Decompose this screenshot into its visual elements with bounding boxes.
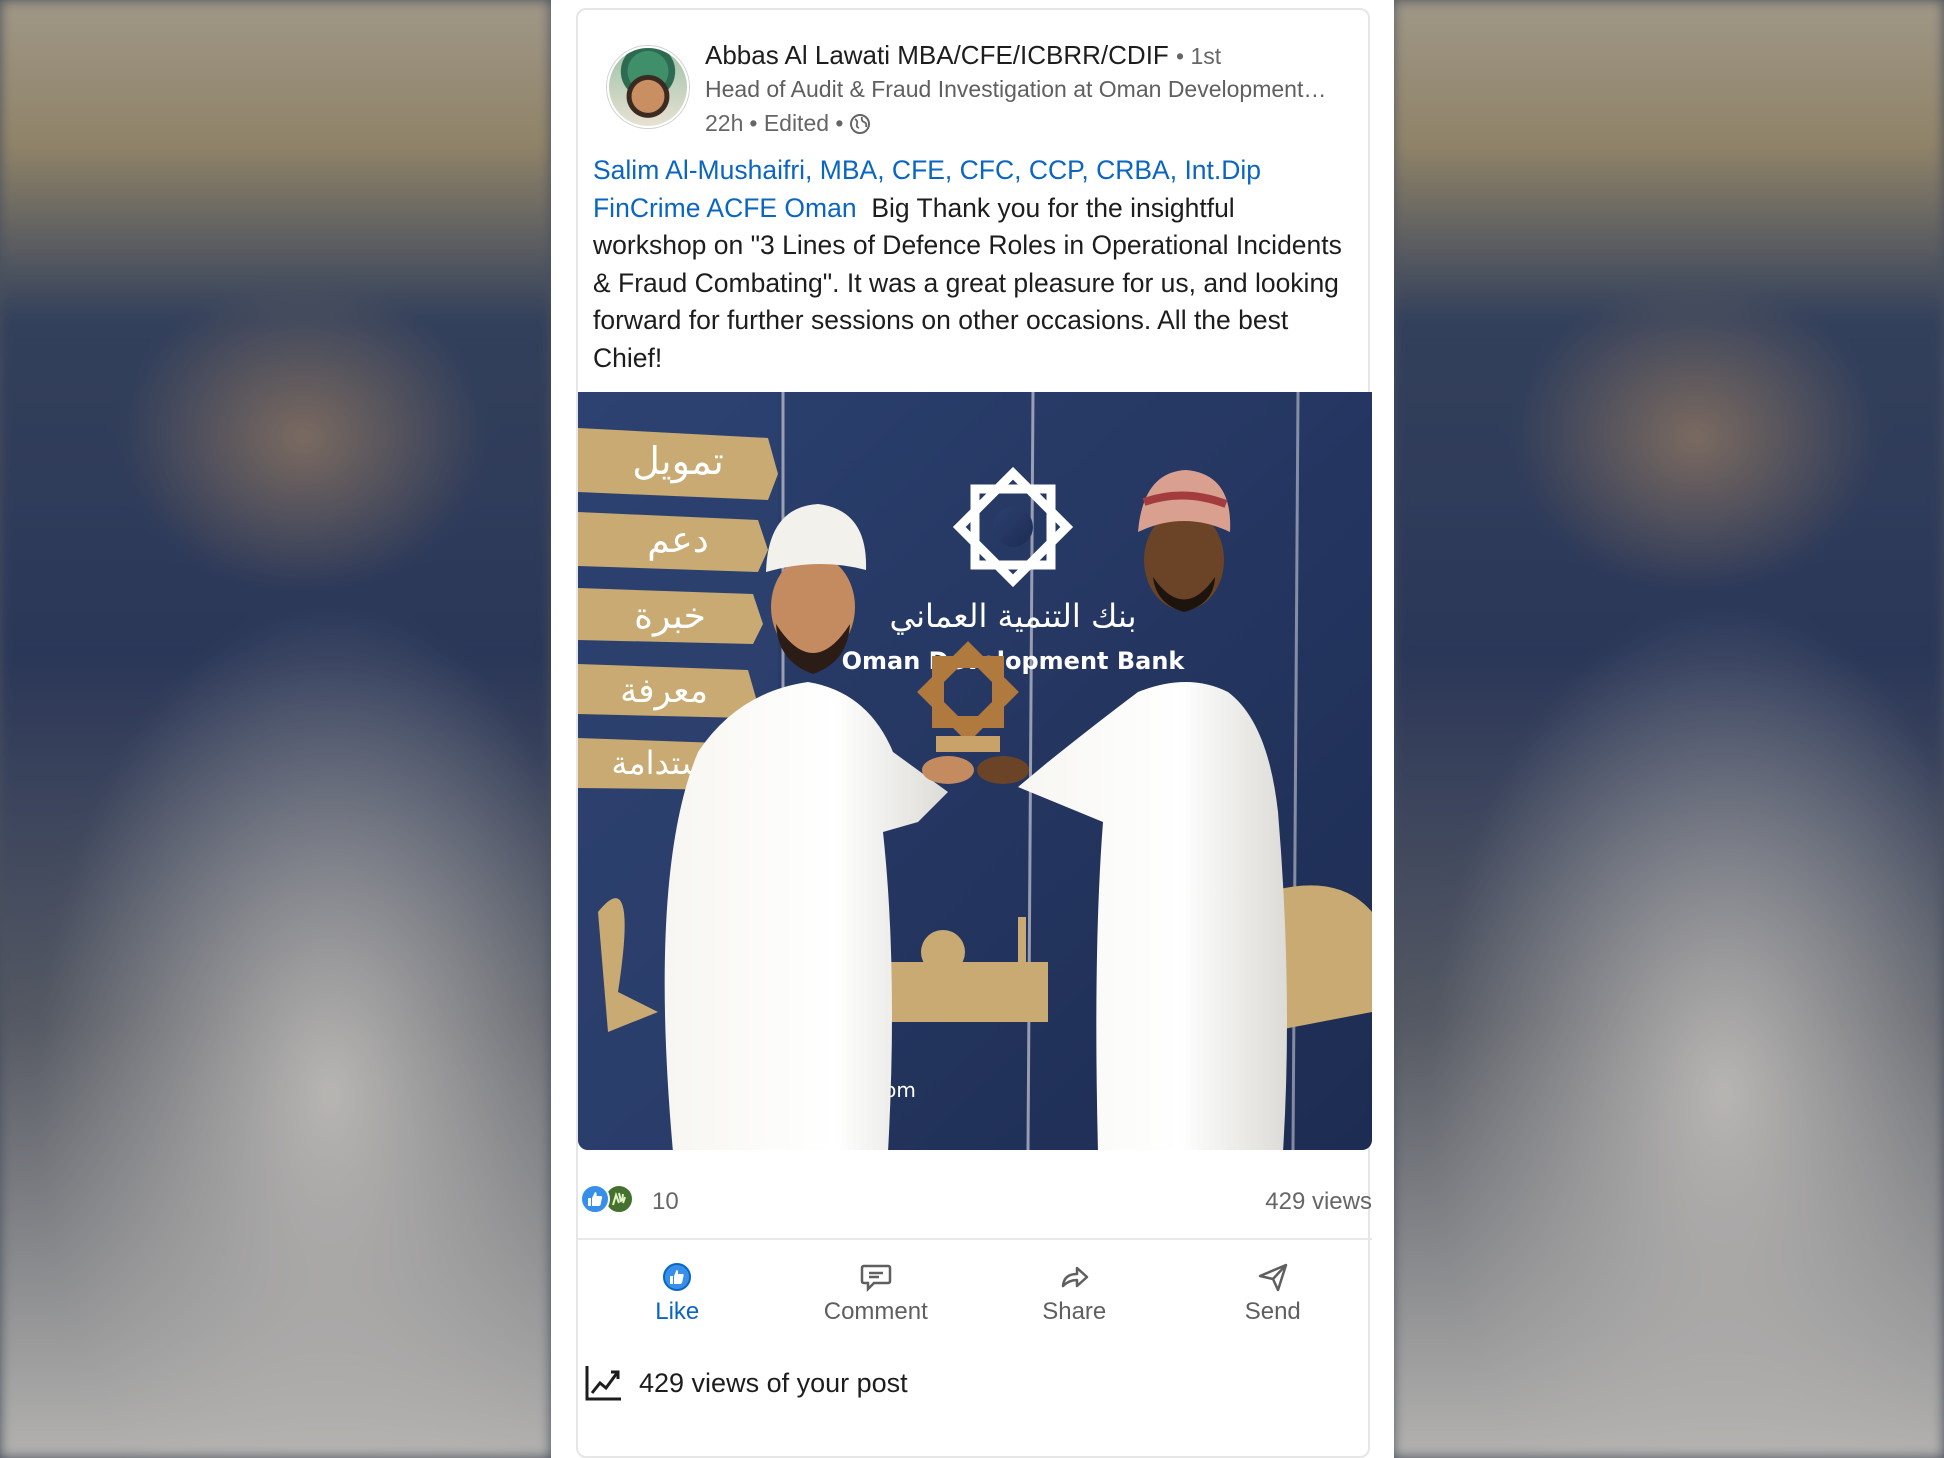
like-label: Like xyxy=(655,1298,700,1325)
phone-screen: Abbas Al Lawati MBA/CFE/ICBRR/CDIF • 1st… xyxy=(551,0,1394,1458)
share-button[interactable]: Share xyxy=(975,1254,1174,1334)
post-text: Salim Al-Mushaifri, MBA, CFE, CFC, CCP, … xyxy=(593,152,1343,377)
share-label: Share xyxy=(1042,1298,1107,1325)
globe-icon xyxy=(849,113,871,135)
post-meta: 22h • Edited • xyxy=(705,110,871,137)
comment-button[interactable]: Comment xyxy=(777,1254,976,1334)
banner-word-4: معرفة xyxy=(620,671,708,711)
bank-name-arabic: بنك التنمية العماني xyxy=(889,597,1136,635)
banner-word-2: دعم xyxy=(647,520,708,561)
send-paper-plane-icon xyxy=(1258,1263,1287,1292)
reaction-icons[interactable] xyxy=(580,1184,634,1214)
analytics-text: 429 views of your post xyxy=(639,1367,908,1398)
mention-organization[interactable]: ACFE Oman xyxy=(706,193,856,223)
post-time: 22h xyxy=(705,110,744,136)
award-photo-illustration: تمويل دعم خبرة معرفة استدامة بنك التنمية… xyxy=(578,392,1372,1150)
send-button[interactable]: Send xyxy=(1174,1254,1373,1334)
author-name-line[interactable]: Abbas Al Lawati MBA/CFE/ICBRR/CDIF • 1st xyxy=(705,40,1221,71)
banner-word-3: خبرة xyxy=(634,596,706,637)
comment-label: Comment xyxy=(823,1298,928,1325)
post-photo[interactable]: تمويل دعم خبرة معرفة استدامة بنك التنمية… xyxy=(578,392,1372,1150)
background-dim-right xyxy=(1393,0,1944,1458)
like-icon xyxy=(580,1184,610,1214)
post-analytics[interactable]: 429 views of your post xyxy=(583,1358,908,1408)
author-name[interactable]: Abbas Al Lawati MBA/CFE/ICBRR/CDIF xyxy=(705,40,1169,70)
background-dim-left xyxy=(0,0,551,1458)
like-button[interactable]: Like xyxy=(578,1254,777,1334)
analytics-chart-icon xyxy=(585,1366,621,1401)
bank-name-english: Oman Development Bank xyxy=(842,647,1186,675)
views-count[interactable]: 429 views xyxy=(1265,1188,1372,1216)
comment-icon xyxy=(860,1264,891,1292)
author-headline: Head of Audit & Fraud Investigation at O… xyxy=(705,76,1327,102)
share-arrow-icon xyxy=(1062,1266,1089,1288)
social-counts-bar: 10 429 views xyxy=(578,1178,1372,1218)
like-filled-icon xyxy=(663,1263,692,1291)
post-actions-bar: Like Comment Share Send xyxy=(578,1254,1372,1334)
banner-word-1: تمويل xyxy=(632,439,724,484)
edited-label: • Edited • xyxy=(749,110,844,136)
post-card: Abbas Al Lawati MBA/CFE/ICBRR/CDIF • 1st… xyxy=(576,8,1372,1458)
actions-divider xyxy=(578,1238,1372,1240)
post-header: Abbas Al Lawati MBA/CFE/ICBRR/CDIF • 1st… xyxy=(593,36,1363,136)
bank-logo-mark xyxy=(952,466,1074,588)
send-label: Send xyxy=(1244,1298,1301,1325)
author-avatar[interactable] xyxy=(607,46,689,128)
reaction-count[interactable]: 10 xyxy=(652,1188,679,1216)
connection-degree: • 1st xyxy=(1176,43,1222,69)
